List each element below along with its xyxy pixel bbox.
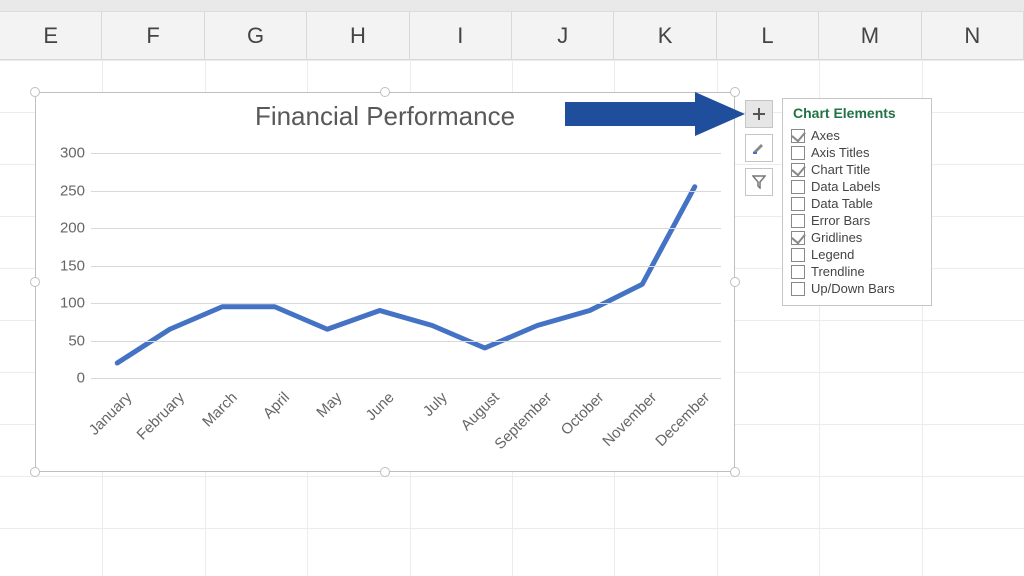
col-header[interactable]: N: [922, 12, 1024, 60]
plus-icon: [752, 107, 766, 121]
x-tick-label: August: [458, 389, 503, 434]
plot-area[interactable]: 050100150200250300: [91, 153, 721, 378]
chart-element-option[interactable]: Data Labels: [791, 178, 923, 195]
funnel-icon: [752, 175, 766, 189]
option-label: Data Labels: [811, 179, 880, 194]
chart-styles-button[interactable]: [745, 134, 773, 162]
x-tick-label: March: [199, 389, 240, 430]
checkbox[interactable]: [791, 248, 805, 262]
resize-handle[interactable]: [380, 87, 390, 97]
chart-element-option[interactable]: Error Bars: [791, 212, 923, 229]
option-label: Up/Down Bars: [811, 281, 895, 296]
checkbox[interactable]: [791, 163, 805, 177]
resize-handle[interactable]: [380, 467, 390, 477]
x-tick-label: April: [260, 389, 293, 422]
col-header[interactable]: K: [614, 12, 716, 60]
checkbox[interactable]: [791, 231, 805, 245]
chart-element-option[interactable]: Data Table: [791, 195, 923, 212]
chart-elements-button[interactable]: [745, 100, 773, 128]
checkbox[interactable]: [791, 146, 805, 160]
checkbox[interactable]: [791, 214, 805, 228]
chart-filters-button[interactable]: [745, 168, 773, 196]
flyout-title: Chart Elements: [793, 105, 923, 121]
x-tick-label: July: [419, 389, 450, 420]
col-header[interactable]: F: [102, 12, 204, 60]
x-tick-label: January: [86, 389, 136, 439]
option-label: Chart Title: [811, 162, 870, 177]
option-label: Data Table: [811, 196, 873, 211]
chart-elements-flyout: Chart Elements Axes Axis Titles Chart Titl…: [782, 98, 932, 306]
checkbox[interactable]: [791, 282, 805, 296]
chart-title[interactable]: Financial Performance: [36, 93, 734, 136]
x-axis-labels: JanuaryFebruaryMarchAprilMayJuneJulyAugu…: [91, 383, 721, 473]
resize-handle[interactable]: [730, 467, 740, 477]
col-header[interactable]: I: [410, 12, 512, 60]
y-tick-label: 250: [37, 182, 85, 199]
x-tick-label: June: [363, 389, 398, 424]
col-header[interactable]: E: [0, 12, 102, 60]
y-tick-label: 300: [37, 145, 85, 162]
resize-handle[interactable]: [30, 467, 40, 477]
chart-element-option[interactable]: Trendline: [791, 263, 923, 280]
resize-handle[interactable]: [730, 277, 740, 287]
y-tick-label: 50: [37, 332, 85, 349]
formula-bar-strip: [0, 0, 1024, 12]
y-tick-label: 100: [37, 295, 85, 312]
resize-handle[interactable]: [30, 277, 40, 287]
option-label: Legend: [811, 247, 854, 262]
column-headers: E F G H I J K L M N: [0, 12, 1024, 60]
chart-element-option[interactable]: Axis Titles: [791, 144, 923, 161]
x-tick-label: February: [133, 389, 187, 443]
col-header[interactable]: M: [819, 12, 921, 60]
option-label: Axes: [811, 128, 840, 143]
chart-element-option[interactable]: Chart Title: [791, 161, 923, 178]
checkbox[interactable]: [791, 265, 805, 279]
checkbox[interactable]: [791, 180, 805, 194]
x-tick-label: May: [313, 389, 345, 421]
x-tick-label: November: [599, 389, 660, 450]
col-header[interactable]: L: [717, 12, 819, 60]
resize-handle[interactable]: [30, 87, 40, 97]
chart-element-option[interactable]: Up/Down Bars: [791, 280, 923, 297]
option-label: Error Bars: [811, 213, 870, 228]
col-header[interactable]: J: [512, 12, 614, 60]
col-header[interactable]: G: [205, 12, 307, 60]
x-tick-label: December: [652, 389, 713, 450]
chart-object[interactable]: Financial Performance 050100150200250300…: [35, 92, 735, 472]
checkbox[interactable]: [791, 197, 805, 211]
option-label: Gridlines: [811, 230, 862, 245]
x-tick-label: October: [558, 389, 608, 439]
option-label: Axis Titles: [811, 145, 870, 160]
chart-element-option[interactable]: Legend: [791, 246, 923, 263]
option-label: Trendline: [811, 264, 865, 279]
col-header[interactable]: H: [307, 12, 409, 60]
y-tick-label: 150: [37, 257, 85, 274]
chart-element-option[interactable]: Axes: [791, 127, 923, 144]
y-tick-label: 0: [37, 370, 85, 387]
chart-element-option[interactable]: Gridlines: [791, 229, 923, 246]
y-tick-label: 200: [37, 220, 85, 237]
resize-handle[interactable]: [730, 87, 740, 97]
checkbox[interactable]: [791, 129, 805, 143]
brush-icon: [751, 140, 767, 156]
